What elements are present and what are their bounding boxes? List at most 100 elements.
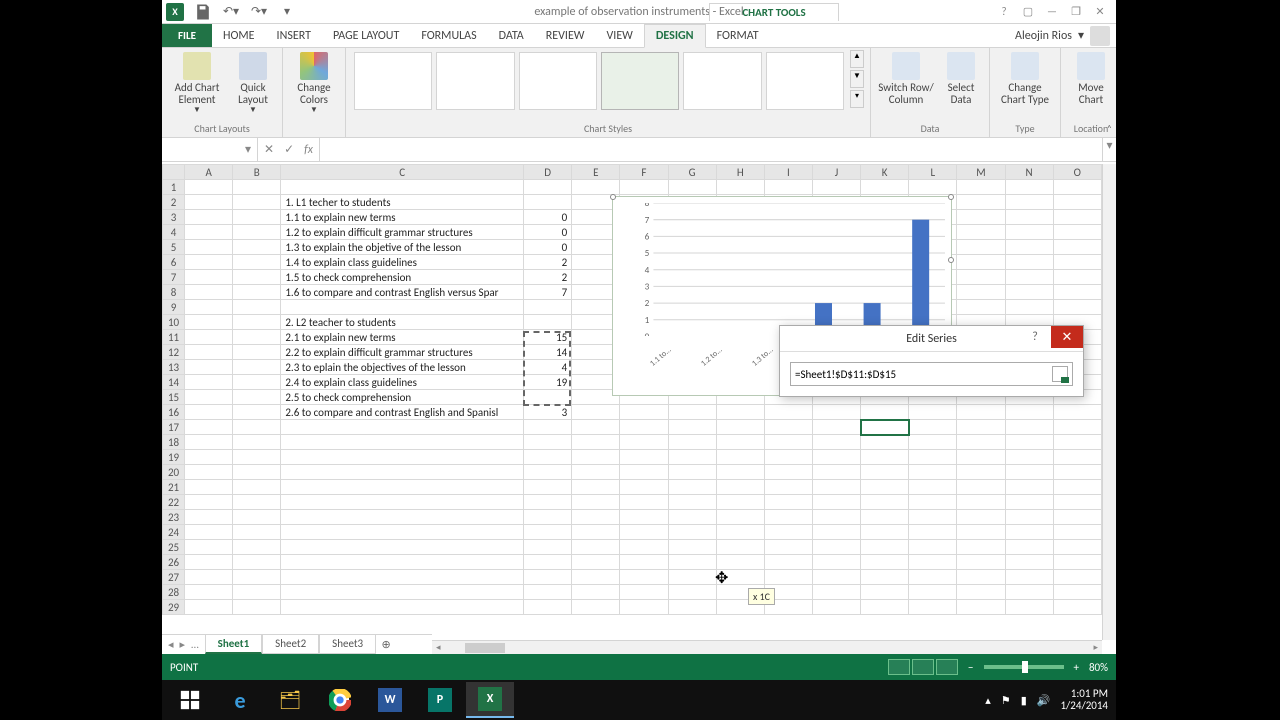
dialog-close-icon[interactable]: ✕ xyxy=(1051,326,1083,348)
zoom-level[interactable]: 80% xyxy=(1089,661,1108,674)
row-header-25[interactable]: 25 xyxy=(163,540,185,555)
row-header-22[interactable]: 22 xyxy=(163,495,185,510)
cell-B4[interactable] xyxy=(233,225,281,240)
cell-A22[interactable] xyxy=(185,495,233,510)
cell-L24[interactable] xyxy=(909,525,957,540)
cell-D14[interactable]: 19 xyxy=(524,375,572,390)
cell-E23[interactable] xyxy=(572,510,620,525)
cell-N2[interactable] xyxy=(1005,195,1053,210)
cell-O17[interactable] xyxy=(1053,420,1101,435)
move-chart-button[interactable]: Move Chart xyxy=(1067,50,1115,106)
cell-L21[interactable] xyxy=(909,480,957,495)
cell-B13[interactable] xyxy=(233,360,281,375)
cell-F16[interactable] xyxy=(620,405,668,420)
row-header-16[interactable]: 16 xyxy=(163,405,185,420)
cell-O7[interactable] xyxy=(1053,270,1101,285)
cell-G25[interactable] xyxy=(668,540,716,555)
cell-B1[interactable] xyxy=(233,180,281,195)
redo-icon[interactable]: ↷▾ xyxy=(246,1,272,23)
help-icon[interactable]: ? xyxy=(992,3,1016,21)
cell-N7[interactable] xyxy=(1005,270,1053,285)
row-header-14[interactable]: 14 xyxy=(163,375,185,390)
cell-D20[interactable] xyxy=(524,465,572,480)
minimize-icon[interactable]: — xyxy=(1040,3,1064,21)
cell-A8[interactable] xyxy=(185,285,233,300)
cell-C15[interactable]: 2.5 to check comprehension xyxy=(281,390,524,405)
cell-M22[interactable] xyxy=(957,495,1005,510)
range-picker-icon[interactable] xyxy=(1052,366,1068,382)
cell-O27[interactable] xyxy=(1053,570,1101,585)
cell-I24[interactable] xyxy=(764,525,812,540)
sheet-nav-next-icon[interactable]: ▸ xyxy=(180,638,186,651)
cell-D11[interactable]: 15 xyxy=(524,330,572,345)
cell-D15[interactable] xyxy=(524,390,572,405)
cell-K25[interactable] xyxy=(861,540,909,555)
cell-B26[interactable] xyxy=(233,555,281,570)
cell-L22[interactable] xyxy=(909,495,957,510)
cell-A4[interactable] xyxy=(185,225,233,240)
series-values-input[interactable] xyxy=(795,368,1052,381)
column-header-I[interactable]: I xyxy=(764,165,812,180)
cell-M1[interactable] xyxy=(957,180,1005,195)
cell-N17[interactable] xyxy=(1005,420,1053,435)
cell-N9[interactable] xyxy=(1005,300,1053,315)
cell-H16[interactable] xyxy=(716,405,764,420)
row-header-24[interactable]: 24 xyxy=(163,525,185,540)
sheet-nav-prev-icon[interactable]: ◂ xyxy=(168,638,174,651)
cell-K23[interactable] xyxy=(861,510,909,525)
cell-F18[interactable] xyxy=(620,435,668,450)
cell-E19[interactable] xyxy=(572,450,620,465)
cell-E1[interactable] xyxy=(572,180,620,195)
column-header-J[interactable]: J xyxy=(812,165,860,180)
cell-E22[interactable] xyxy=(572,495,620,510)
cell-A7[interactable] xyxy=(185,270,233,285)
style-thumb[interactable] xyxy=(683,52,761,110)
cell-D24[interactable] xyxy=(524,525,572,540)
cell-K27[interactable] xyxy=(861,570,909,585)
cell-F24[interactable] xyxy=(620,525,668,540)
cell-M24[interactable] xyxy=(957,525,1005,540)
cell-O3[interactable] xyxy=(1053,210,1101,225)
cell-E28[interactable] xyxy=(572,585,620,600)
row-header-17[interactable]: 17 xyxy=(163,420,185,435)
view-page-break-icon[interactable] xyxy=(936,659,958,675)
add-sheet-button[interactable]: ⊕ xyxy=(376,638,396,651)
cell-K18[interactable] xyxy=(861,435,909,450)
cell-B10[interactable] xyxy=(233,315,281,330)
cell-G26[interactable] xyxy=(668,555,716,570)
cell-C13[interactable]: 2.3 to eplain the objectives of the less… xyxy=(281,360,524,375)
cell-C7[interactable]: 1.5 to check comprehension xyxy=(281,270,524,285)
cell-E25[interactable] xyxy=(572,540,620,555)
cell-A3[interactable] xyxy=(185,210,233,225)
cell-M9[interactable] xyxy=(957,300,1005,315)
tray-flag-icon[interactable]: ⚑ xyxy=(1001,694,1011,707)
cell-M25[interactable] xyxy=(957,540,1005,555)
cell-B16[interactable] xyxy=(233,405,281,420)
cell-A19[interactable] xyxy=(185,450,233,465)
view-page-layout-icon[interactable] xyxy=(912,659,934,675)
cell-K26[interactable] xyxy=(861,555,909,570)
name-box[interactable]: ▾ xyxy=(162,138,258,161)
row-header-6[interactable]: 6 xyxy=(163,255,185,270)
undo-icon[interactable]: ↶▾ xyxy=(218,1,244,23)
quick-layout-button[interactable]: Quick Layout▼ xyxy=(230,50,276,115)
cell-D7[interactable]: 2 xyxy=(524,270,572,285)
cell-H17[interactable] xyxy=(716,420,764,435)
cell-H18[interactable] xyxy=(716,435,764,450)
cell-M20[interactable] xyxy=(957,465,1005,480)
cell-L18[interactable] xyxy=(909,435,957,450)
cell-K24[interactable] xyxy=(861,525,909,540)
cell-N21[interactable] xyxy=(1005,480,1053,495)
cell-N1[interactable] xyxy=(1005,180,1053,195)
cell-E26[interactable] xyxy=(572,555,620,570)
tab-review[interactable]: REVIEW xyxy=(535,24,596,47)
sheet-tab-sheet3[interactable]: Sheet3 xyxy=(319,635,376,654)
cell-B11[interactable] xyxy=(233,330,281,345)
cell-I19[interactable] xyxy=(764,450,812,465)
cell-C24[interactable] xyxy=(281,525,524,540)
row-header-9[interactable]: 9 xyxy=(163,300,185,315)
cell-M6[interactable] xyxy=(957,255,1005,270)
cell-L27[interactable] xyxy=(909,570,957,585)
cell-F26[interactable] xyxy=(620,555,668,570)
row-header-1[interactable]: 1 xyxy=(163,180,185,195)
